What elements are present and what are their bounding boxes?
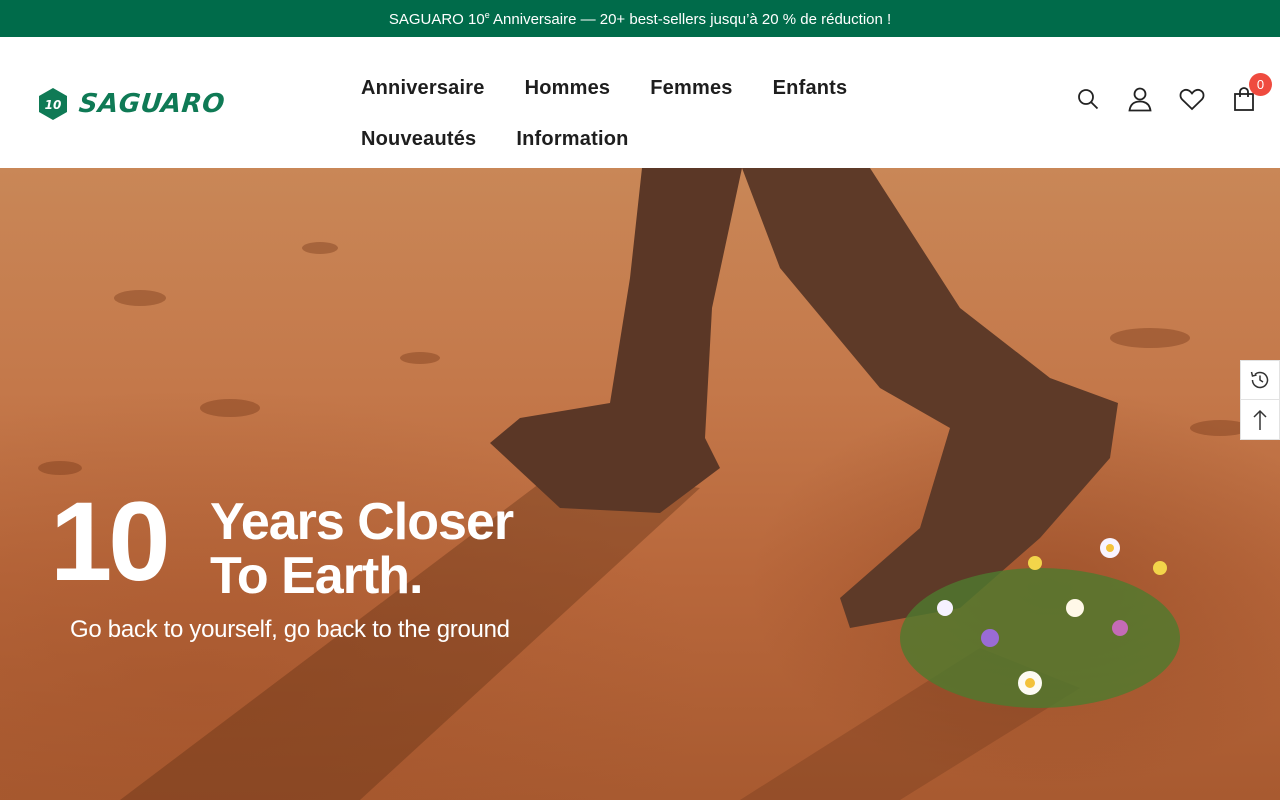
svg-text:10: 10 xyxy=(45,98,62,112)
announcement-text: SAGUARO 10e Anniversaire — 20+ best-sell… xyxy=(388,9,892,28)
hero-number: 10 xyxy=(50,479,171,604)
hero-image xyxy=(38,168,1250,800)
nav-item-anniversaire[interactable]: Anniversaire xyxy=(361,77,485,100)
site-header: 10 SAGUARO Anniversaire Hommes Femmes En… xyxy=(0,37,1280,168)
main-navigation: Anniversaire Hommes Femmes Enfants Nouve… xyxy=(361,63,921,165)
announcement-bar: SAGUARO 10e Anniversaire — 20+ best-sell… xyxy=(0,0,1280,37)
logo[interactable]: 10 SAGUARO xyxy=(37,86,227,122)
nav-item-information[interactable]: Information xyxy=(516,128,628,151)
search-icon[interactable] xyxy=(1072,83,1104,115)
nav-item-hommes[interactable]: Hommes xyxy=(525,77,611,100)
cart-icon[interactable]: 0 xyxy=(1228,73,1272,115)
recently-viewed-icon[interactable] xyxy=(1240,360,1280,400)
hero-banner[interactable]: 10 Years Closer To Earth. Go back to you… xyxy=(0,168,1280,800)
hero-title-line1: Years Closer xyxy=(210,493,514,551)
nav-item-nouveautes[interactable]: Nouveautés xyxy=(361,128,476,151)
logo-badge-icon: 10 xyxy=(39,88,67,120)
hero-subtitle: Go back to yourself, go back to the grou… xyxy=(70,616,510,643)
hero-title-line2: To Earth. xyxy=(210,547,423,605)
account-icon[interactable] xyxy=(1124,83,1156,115)
nav-item-enfants[interactable]: Enfants xyxy=(773,77,848,100)
back-to-top-icon[interactable] xyxy=(1240,400,1280,440)
logo-wordmark: SAGUARO xyxy=(77,89,227,119)
nav-item-femmes[interactable]: Femmes xyxy=(650,77,732,100)
cart-count-badge: 0 xyxy=(1249,73,1272,96)
side-tools xyxy=(1240,360,1280,440)
header-icons: 0 xyxy=(1052,73,1272,115)
wishlist-icon[interactable] xyxy=(1176,83,1208,115)
